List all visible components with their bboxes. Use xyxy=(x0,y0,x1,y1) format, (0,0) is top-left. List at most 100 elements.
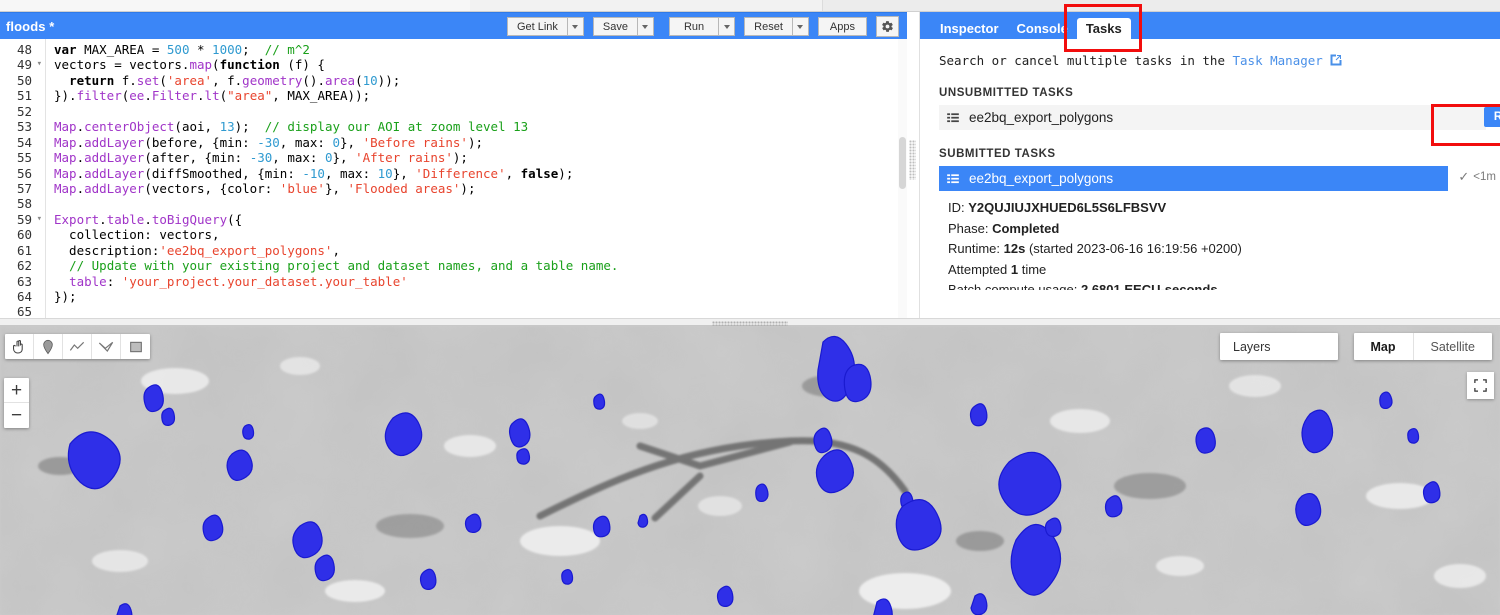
task-detail-row: Batch compute usage: 2.6801 EECU-seconds xyxy=(948,282,1218,291)
line-number: 48 xyxy=(16,42,32,57)
line-number: 59 ▾ xyxy=(16,211,42,227)
task-detail-row: ID: Y2QUJIUJXHUED6L5S6LFBSVV xyxy=(948,200,1167,215)
rectangle-icon xyxy=(129,341,142,352)
polygon-icon-button[interactable] xyxy=(92,334,121,359)
line-number-gutter: 48 49 ▾ 50 51 52 53 54 55 56 57 58 59 ▾ 60 61 62 63 64 65 xyxy=(0,39,46,318)
map-zoom-controls: + − xyxy=(4,378,29,428)
code-line: // Update with your existing project and… xyxy=(69,258,619,274)
run-button[interactable]: Run xyxy=(668,17,719,36)
line-number: 60 xyxy=(16,227,32,243)
editor-toolbar: floods * Get Link Save Run Reset Apps xyxy=(0,12,907,39)
rectangle-icon-button[interactable] xyxy=(121,334,150,359)
code-content[interactable]: var MAX_AREA = 500 * 1000; // m^2 vectors… xyxy=(46,39,907,318)
top-strip-left xyxy=(0,0,470,11)
table-list-icon xyxy=(947,112,959,122)
code-fold-toggle[interactable]: ▾ xyxy=(37,57,42,72)
script-name: floods * xyxy=(6,18,55,34)
code-line: collection: vectors, xyxy=(54,227,220,243)
reset-group: Reset xyxy=(744,17,809,36)
pan-hand-icon-button[interactable] xyxy=(5,334,34,359)
marker-pin-icon-button[interactable] xyxy=(34,334,63,359)
code-line: Map.addLayer(vectors, {color: 'blue'}, '… xyxy=(54,180,476,196)
tasks-panel-body: Search or cancel multiple tasks in the T… xyxy=(920,39,1500,318)
unsubmitted-tasks-title: UNSUBMITTED TASKS xyxy=(939,87,1074,99)
tab-console[interactable]: Console xyxy=(1008,18,1077,39)
save-dropdown[interactable] xyxy=(636,17,654,36)
line-number: 55 xyxy=(16,150,32,166)
task-manager-link[interactable]: Task Manager xyxy=(1233,53,1323,68)
task-details: ID: Y2QUJIUJXHUED6L5S6LFBSVV Phase: Compl… xyxy=(939,198,1500,290)
reset-dropdown[interactable] xyxy=(791,17,809,36)
tab-tasks[interactable]: Tasks xyxy=(1076,18,1131,39)
horizontal-splitter[interactable] xyxy=(0,318,1500,326)
line-number: 51 xyxy=(16,88,32,104)
get-link-group: Get Link xyxy=(506,17,584,36)
reset-button[interactable]: Reset xyxy=(744,17,792,36)
get-link-dropdown[interactable] xyxy=(566,17,584,36)
chevron-down-icon xyxy=(797,24,804,29)
code-line: Map.addLayer(before, {min: -30, max: 0},… xyxy=(54,134,484,150)
code-editor[interactable]: 48 49 ▾ 50 51 52 53 54 55 56 57 58 59 ▾ 60 61 62 63 64 65 v… xyxy=(0,39,907,318)
code-line: Map.centerObject(aoi, 13); // display ou… xyxy=(54,119,529,135)
code-line: vectors = vectors.map(function (f) { xyxy=(54,57,325,73)
task-elapsed: <1m xyxy=(1473,171,1496,183)
line-number: 65 xyxy=(16,304,32,318)
vertical-splitter[interactable] xyxy=(907,12,919,318)
editor-toolbar-buttons: Get Link Save Run Reset Apps xyxy=(506,13,899,40)
line-number: 50 xyxy=(16,72,32,88)
editor-column: floods * Get Link Save Run Reset Apps 48… xyxy=(0,12,907,318)
layers-button[interactable]: Layers xyxy=(1220,333,1338,360)
splitter-grip xyxy=(909,140,916,180)
pan-hand-icon xyxy=(13,339,23,354)
map-canvas[interactable]: + − Layers Map Satellite xyxy=(0,326,1500,615)
line-number: 53 xyxy=(16,119,32,135)
unsubmitted-task-row[interactable]: ee2bq_export_polygons RUN xyxy=(939,105,1500,130)
code-scrollbar-thumb[interactable] xyxy=(899,137,906,189)
line-number: 57 xyxy=(16,180,32,196)
basemap-toggle: Map Satellite xyxy=(1353,333,1492,360)
code-line: description:'ee2bq_export_polygons', xyxy=(54,242,340,258)
zoom-out-button[interactable]: − xyxy=(4,403,29,428)
code-line: }); xyxy=(54,289,77,304)
get-link-button[interactable]: Get Link xyxy=(506,17,567,36)
line-number: 63 xyxy=(16,273,32,289)
code-line: var MAX_AREA = 500 * 1000; // m^2 xyxy=(54,42,310,57)
submitted-task-row[interactable]: ee2bq_export_polygons ✓ <1m xyxy=(939,166,1496,191)
basemap-satellite-button[interactable]: Satellite xyxy=(1414,333,1492,360)
chevron-down-icon xyxy=(723,24,730,29)
code-fold-toggle[interactable]: ▾ xyxy=(37,212,42,227)
line-number: 54 xyxy=(16,134,32,150)
map-imagery xyxy=(0,326,1500,615)
task-run-button[interactable]: RUN xyxy=(1483,107,1500,127)
code-line: Map.addLayer(after, {min: -30, max: 0}, … xyxy=(54,150,468,166)
chevron-down-icon xyxy=(572,24,579,29)
code-line: Export.table.toBigQuery({ xyxy=(54,211,243,227)
fullscreen-button[interactable] xyxy=(1467,372,1494,399)
check-icon: ✓ xyxy=(1458,169,1470,184)
settings-button[interactable] xyxy=(876,16,899,37)
polyline-icon xyxy=(69,341,85,351)
code-line: Map.addLayer(diffSmoothed, {min: -10, ma… xyxy=(54,165,574,181)
task-detail-row: Attempted 1 time xyxy=(948,261,1047,277)
code-scrollbar[interactable] xyxy=(898,39,907,318)
submitted-tasks-title: SUBMITTED TASKS xyxy=(939,148,1056,160)
line-number: 61 xyxy=(16,242,32,258)
polyline-icon-button[interactable] xyxy=(63,334,92,359)
run-group: Run xyxy=(668,17,736,36)
chevron-down-icon xyxy=(642,24,649,29)
fullscreen-icon xyxy=(1474,379,1487,392)
apps-button[interactable]: Apps xyxy=(817,17,867,36)
top-strip-right xyxy=(822,0,1500,11)
line-number: 56 xyxy=(16,165,32,181)
line-number: 49 ▾ xyxy=(16,57,42,73)
save-button[interactable]: Save xyxy=(592,17,637,36)
run-dropdown[interactable] xyxy=(718,17,736,36)
zoom-in-button[interactable]: + xyxy=(4,378,29,403)
tab-inspector[interactable]: Inspector xyxy=(931,18,1008,39)
basemap-map-button[interactable]: Map xyxy=(1354,333,1414,360)
save-group: Save xyxy=(592,17,654,36)
submitted-task-name: ee2bq_export_polygons xyxy=(969,171,1114,186)
tasks-hint-text: Search or cancel multiple tasks in the xyxy=(939,53,1233,68)
